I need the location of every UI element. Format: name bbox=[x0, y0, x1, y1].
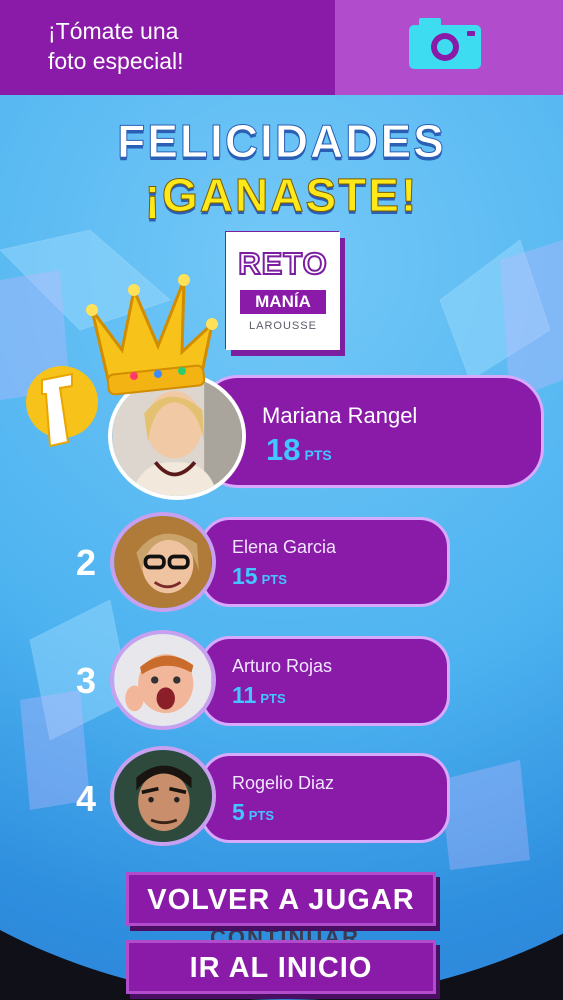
photo-prompt: ¡Tómate una foto especial! bbox=[48, 18, 184, 74]
points-unit: PTS bbox=[260, 691, 286, 706]
logo-reto-text: RETO bbox=[237, 245, 328, 282]
player-1-name: Mariana Rangel bbox=[262, 403, 418, 428]
player-4-score: 5 PTS bbox=[232, 799, 274, 826]
camera-icon[interactable] bbox=[407, 15, 483, 71]
rank-4-number: 4 bbox=[76, 778, 97, 819]
points-unit: PTS bbox=[248, 808, 275, 823]
go-home-button[interactable]: IR AL INICIO bbox=[126, 940, 436, 994]
player-2-name: Elena Garcia bbox=[232, 537, 337, 557]
player-4-name: Rogelio Diaz bbox=[232, 773, 335, 793]
leaderboard-row-4 bbox=[200, 753, 450, 843]
avatar-player-4 bbox=[110, 746, 216, 846]
logo-mania-text: MANÍA bbox=[240, 290, 326, 314]
avatar-player-3 bbox=[110, 630, 216, 730]
player-2-score: 15 PTS bbox=[232, 563, 287, 590]
game-results-screen: ¡Tómate una foto especial! FELICIDADES ¡… bbox=[0, 0, 563, 1000]
play-again-button[interactable]: VOLVER A JUGAR bbox=[126, 872, 436, 926]
leaderboard-row-1 bbox=[198, 375, 544, 488]
points-unit: PTS bbox=[304, 447, 332, 463]
leaderboard-row-3 bbox=[200, 636, 450, 726]
photo-banner[interactable]: ¡Tómate una foto especial! bbox=[0, 0, 563, 95]
logo-publisher-text: LAROUSSE bbox=[249, 320, 317, 332]
retomania-logo: RETO MANÍA LAROUSSE bbox=[226, 232, 340, 350]
avatar-player-2 bbox=[110, 512, 216, 612]
rank-3-number: 3 bbox=[76, 660, 97, 701]
leaderboard-row-2 bbox=[200, 517, 450, 607]
crown-icon bbox=[86, 274, 218, 396]
player-3-score: 11 PTS bbox=[232, 682, 286, 709]
avatar-portrait-3 bbox=[114, 634, 212, 726]
congrats-title: FELICIDADES bbox=[117, 115, 446, 168]
player-1-score: 18 PTS bbox=[266, 432, 332, 468]
avatar-portrait-4 bbox=[114, 750, 212, 842]
points-unit: PTS bbox=[261, 572, 287, 587]
player-3-name: Arturo Rojas bbox=[232, 656, 333, 676]
rank-2-number: 2 bbox=[76, 542, 97, 583]
avatar-portrait-2 bbox=[114, 516, 212, 608]
player-2-points: 15 bbox=[232, 563, 258, 589]
winner-title: ¡GANASTE! bbox=[144, 169, 419, 222]
player-1-points: 18 bbox=[266, 432, 301, 467]
player-3-points: 11 bbox=[232, 682, 257, 708]
player-4-points: 5 bbox=[232, 799, 245, 825]
